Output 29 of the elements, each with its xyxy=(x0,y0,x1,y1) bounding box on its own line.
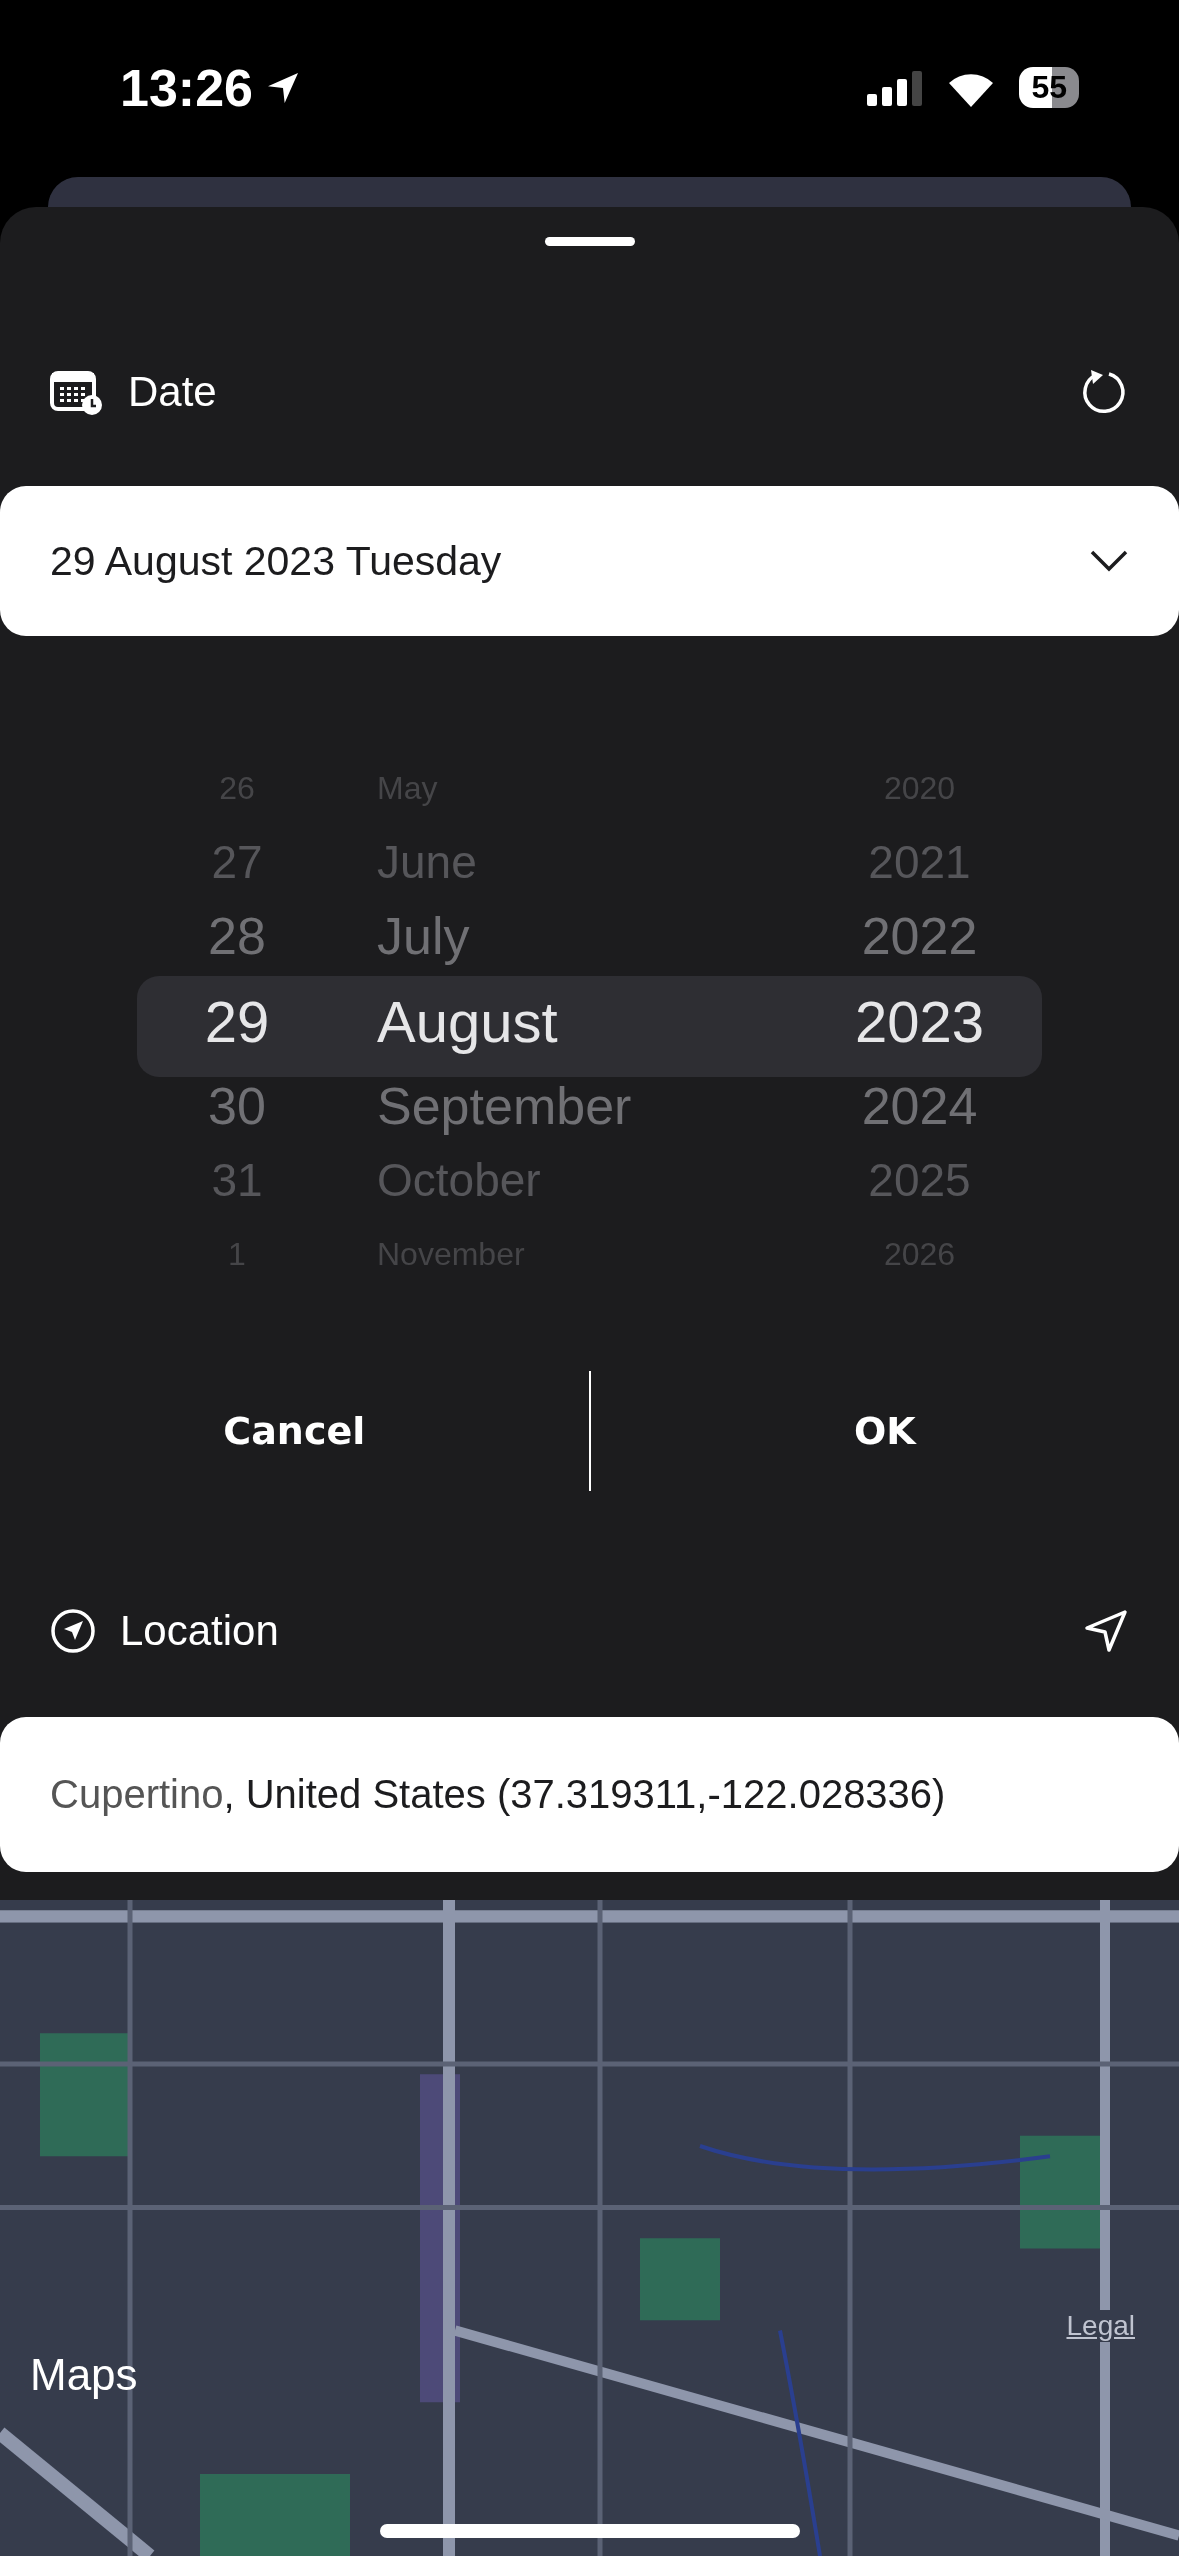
picker-option[interactable]: 29 xyxy=(204,973,270,1069)
picker-option[interactable]: June xyxy=(377,825,797,900)
calendar-clock-icon xyxy=(50,369,104,415)
picker-option[interactable]: October xyxy=(377,1142,797,1217)
date-dropdown[interactable]: 29 August 2023 Tuesday xyxy=(0,486,1179,636)
location-arrow-icon[interactable] xyxy=(1083,1608,1129,1654)
status-time: 13:26 xyxy=(120,57,253,118)
section-title: Location xyxy=(120,1607,279,1655)
picker-option[interactable]: August xyxy=(377,973,797,1069)
compass-icon xyxy=(50,1608,96,1654)
battery-indicator: 55 xyxy=(1019,67,1079,108)
picker-option[interactable]: 31 xyxy=(211,1142,263,1217)
picker-option[interactable]: 2023 xyxy=(855,973,984,1069)
section-title: Date xyxy=(128,368,217,416)
sheet-grabber[interactable] xyxy=(544,237,635,246)
picker-option[interactable]: 2021 xyxy=(868,825,971,900)
signal-icon xyxy=(867,69,924,106)
picker-option[interactable]: 2024 xyxy=(861,1068,978,1143)
picker-option[interactable]: 2022 xyxy=(861,899,978,974)
picker-option[interactable]: September xyxy=(377,1068,797,1143)
location-field[interactable]: Cupertino, United States (37.319311,-122.028336) xyxy=(0,1717,1179,1872)
maps-attribution: Maps xyxy=(30,2350,138,2400)
picker-option[interactable]: 30 xyxy=(208,1068,266,1143)
picker-option[interactable]: 27 xyxy=(211,825,263,900)
picker-option[interactable]: 2025 xyxy=(868,1142,971,1217)
ok-button[interactable]: OK xyxy=(590,1381,1179,1481)
picker-option[interactable]: 28 xyxy=(208,899,266,974)
picker-option[interactable]: July xyxy=(377,899,797,974)
cancel-button[interactable]: Cancel xyxy=(0,1381,589,1481)
